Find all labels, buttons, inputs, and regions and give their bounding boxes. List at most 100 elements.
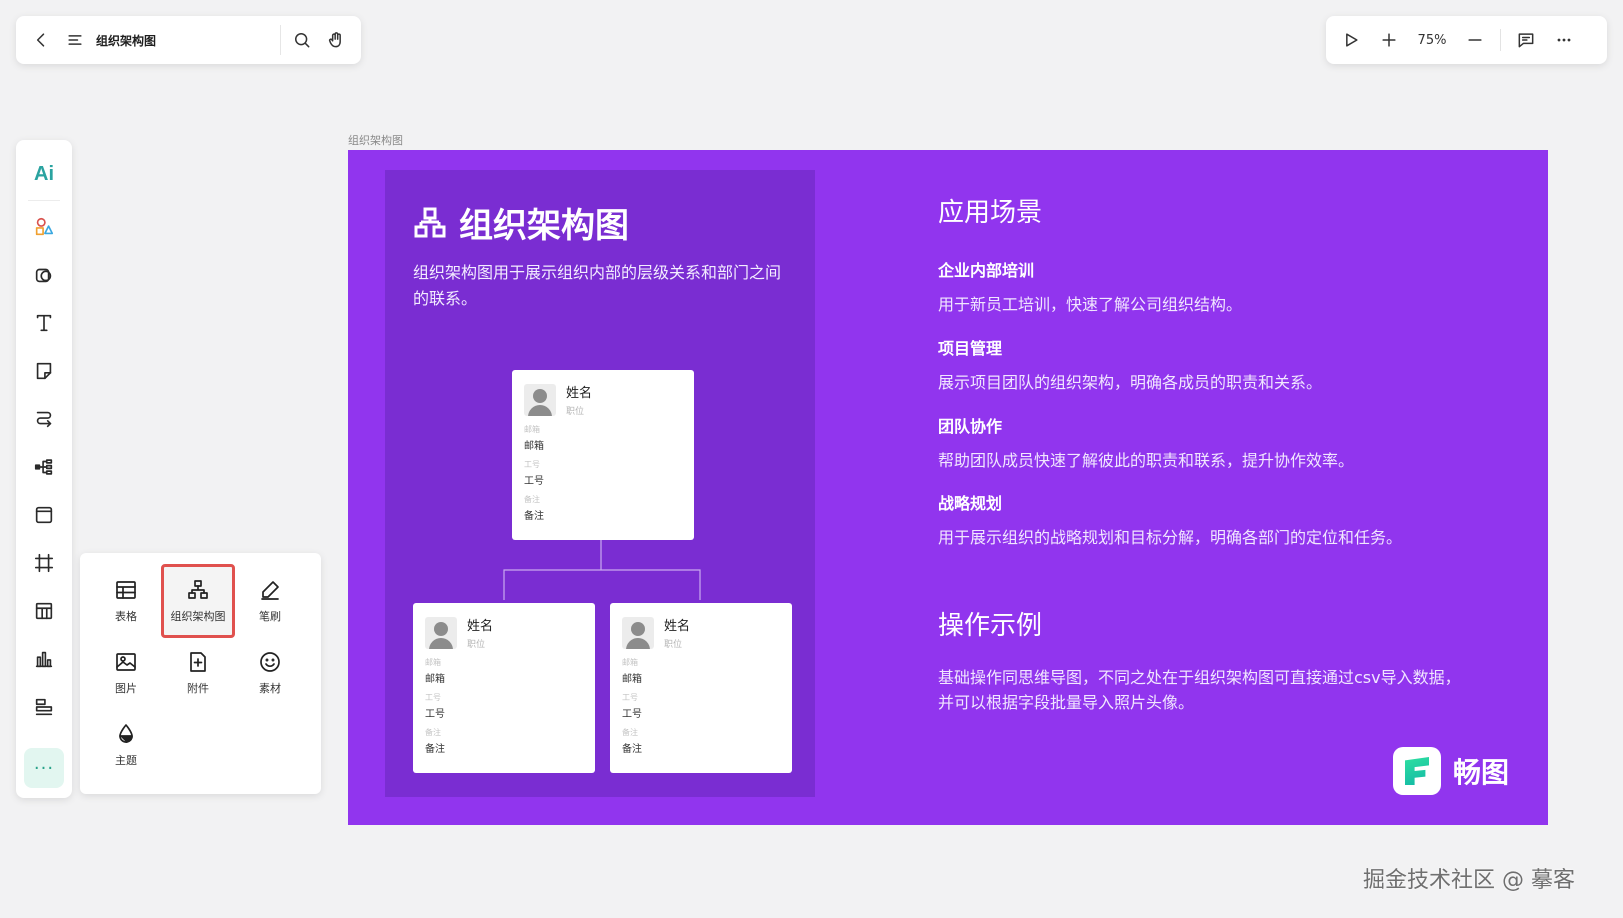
frame-icon xyxy=(34,553,54,573)
bar-chart-icon xyxy=(35,651,53,668)
tool-image[interactable]: 图片 xyxy=(90,637,162,709)
org-node-child-left[interactable]: 姓名 职位 邮箱 邮箱 工号 工号 备注 备注 xyxy=(413,603,595,773)
table-tool-button[interactable] xyxy=(24,591,64,631)
mindmap-tool-button[interactable] xyxy=(24,447,64,487)
text-tool-button[interactable] xyxy=(24,303,64,343)
toolbar-divider xyxy=(280,25,281,55)
template-frame[interactable]: 组织架构图 组织架构图用于展示组织内部的层级关系和部门之间的联系。 姓名 职位 … xyxy=(348,150,1548,825)
shapes-icon xyxy=(35,217,54,236)
card-icon xyxy=(35,506,53,524)
example-title: 操作示例 xyxy=(938,611,1043,641)
avatar xyxy=(425,616,457,649)
node-id-value: 工号 xyxy=(425,709,445,720)
more-options-button[interactable] xyxy=(1547,23,1581,57)
tool-attachment[interactable]: 附件 xyxy=(162,637,234,709)
scenes-title: 应用场景 xyxy=(938,198,1043,228)
zoom-in-button[interactable] xyxy=(1372,23,1406,57)
node-id-key: 工号 xyxy=(524,460,540,469)
connector-icon xyxy=(36,411,52,428)
ai-tool-button[interactable]: Ai xyxy=(24,154,64,194)
layout-tool-button[interactable] xyxy=(24,687,64,727)
node-note-value: 备注 xyxy=(425,744,445,755)
scene-title: 团队协作 xyxy=(938,417,1003,436)
document-title[interactable]: 组织架构图 xyxy=(96,32,276,49)
node-role: 职位 xyxy=(467,640,486,650)
shapes-tool-button[interactable] xyxy=(24,207,64,247)
node-id-key: 工号 xyxy=(622,693,638,702)
connector-tool-button[interactable] xyxy=(24,399,64,439)
shape-overlap-icon xyxy=(35,268,52,283)
tool-org-chart[interactable]: 组织架构图 xyxy=(161,564,235,638)
more-tools-button[interactable]: ··· xyxy=(24,748,64,788)
ai-icon: Ai xyxy=(34,162,54,185)
ellipsis-icon xyxy=(1557,38,1571,42)
org-node-child-right[interactable]: 姓名 职位 邮箱 邮箱 工号 工号 备注 备注 xyxy=(610,603,792,773)
node-email-key: 邮箱 xyxy=(524,425,540,434)
node-email-value: 邮箱 xyxy=(425,674,445,685)
image-icon xyxy=(116,653,136,671)
node-role: 职位 xyxy=(664,640,683,650)
chart-tool-button[interactable] xyxy=(24,639,64,679)
node-id-value: 工号 xyxy=(622,709,642,720)
scene-title: 项目管理 xyxy=(938,339,1003,358)
hand-tool-button[interactable] xyxy=(319,23,353,57)
node-id-key: 工号 xyxy=(425,693,441,702)
brand-icon xyxy=(1393,747,1441,795)
scene-text: 展示项目团队的组织架构，明确各成员的职责和关系。 xyxy=(938,373,1323,392)
node-note-key: 备注 xyxy=(622,728,638,737)
tool-table[interactable]: 表格 xyxy=(90,565,162,637)
scene-text: 帮助团队成员快速了解彼此的职责和联系，提升协作效率。 xyxy=(938,451,1355,470)
node-id-value: 工号 xyxy=(524,476,544,487)
card-tool-button[interactable] xyxy=(24,495,64,535)
scene-text: 用于展示组织的战略规划和目标分解，明确各部门的定位和任务。 xyxy=(938,528,1403,547)
ellipsis-icon: ··· xyxy=(33,757,55,779)
node-note-value: 备注 xyxy=(524,511,544,522)
org-node-root[interactable]: 姓名 职位 邮箱 邮箱 工号 工号 备注 备注 xyxy=(512,370,694,540)
mindmap-icon xyxy=(34,459,53,475)
node-note-key: 备注 xyxy=(524,495,540,504)
org-chart-preview-panel: 组织架构图 组织架构图用于展示组织内部的层级关系和部门之间的联系。 姓名 职位 … xyxy=(385,170,815,797)
tool-assets[interactable]: 素材 xyxy=(234,637,306,709)
frame-label[interactable]: 组织架构图 xyxy=(348,132,403,148)
menu-button[interactable] xyxy=(58,23,92,57)
tool-label: 素材 xyxy=(259,682,281,695)
tool-brush[interactable]: 笔刷 xyxy=(234,565,306,637)
search-icon xyxy=(295,33,310,48)
play-icon xyxy=(1346,33,1358,47)
tool-label: 笔刷 xyxy=(259,610,281,623)
brand-name: 畅图 xyxy=(1453,756,1510,789)
node-email-value: 邮箱 xyxy=(524,441,544,452)
minus-icon xyxy=(1468,39,1482,41)
layout-icon xyxy=(35,698,53,716)
left-tool-rail: Ai ··· xyxy=(16,140,72,798)
frame-tool-button[interactable] xyxy=(24,543,64,583)
zoom-out-button[interactable] xyxy=(1458,23,1492,57)
node-note-key: 备注 xyxy=(425,728,441,737)
node-email-value: 邮箱 xyxy=(622,674,642,685)
search-button[interactable] xyxy=(285,23,319,57)
comments-button[interactable] xyxy=(1509,23,1543,57)
node-email-key: 邮箱 xyxy=(622,658,638,667)
node-role: 职位 xyxy=(566,407,585,417)
tool-theme[interactable]: 主题 xyxy=(90,709,162,781)
tool-label: 主题 xyxy=(115,754,137,767)
tool-label: 图片 xyxy=(115,682,137,695)
tool-label: 组织架构图 xyxy=(170,610,226,623)
table-icon xyxy=(35,602,53,620)
node-name: 姓名 xyxy=(566,386,593,401)
frame-shape-tool-button[interactable] xyxy=(24,255,64,295)
plus-icon xyxy=(1382,33,1396,47)
avatar xyxy=(524,383,556,416)
chevron-left-icon xyxy=(36,33,45,47)
tool-label: 表格 xyxy=(115,610,137,623)
menu-lines-icon xyxy=(68,35,82,45)
sticky-note-tool-button[interactable] xyxy=(24,351,64,391)
present-button[interactable] xyxy=(1334,23,1368,57)
back-button[interactable] xyxy=(24,23,58,57)
attachment-icon xyxy=(190,652,206,672)
rail-divider xyxy=(28,200,60,201)
brush-icon xyxy=(261,581,279,600)
comment-icon xyxy=(1518,33,1534,48)
avatar xyxy=(622,616,654,649)
zoom-level[interactable]: 75% xyxy=(1410,33,1454,48)
